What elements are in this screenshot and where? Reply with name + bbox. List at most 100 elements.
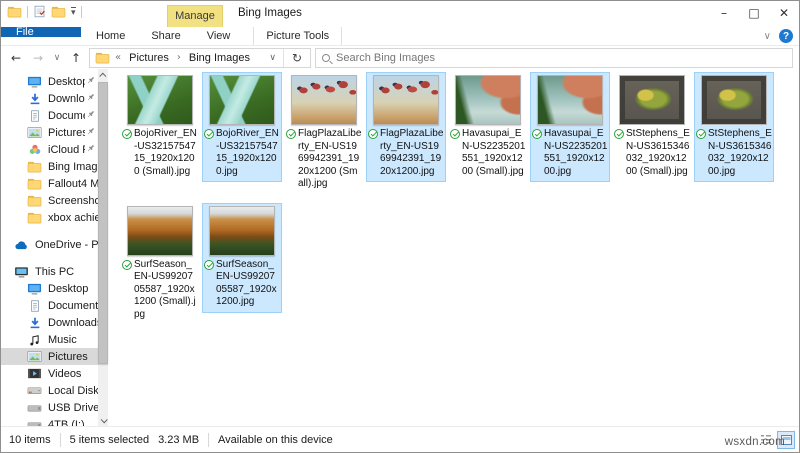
tab-file[interactable]: File <box>1 26 81 38</box>
scrollbar-down-arrow-icon[interactable] <box>98 414 108 426</box>
sidebar-item-4tb-i[interactable]: 4TB (I:) <box>1 416 98 426</box>
sidebar-item-label: Local Disk (C:) <box>48 384 98 397</box>
file-item[interactable]: FlagPlazaLiberty_EN-US1969942391_1920x12… <box>366 72 446 182</box>
address-bar[interactable]: « Pictures › Bing Images ∨ ↻ <box>89 47 311 68</box>
file-item[interactable]: Havasupai_EN-US2235201551_1920x1200 (Sma… <box>448 72 528 182</box>
sidebar-item-label: Videos <box>48 367 82 380</box>
back-arrow-icon[interactable]: ← <box>7 51 25 65</box>
sidebar-item-videos[interactable]: Videos <box>1 365 98 382</box>
pictures-icon <box>27 350 42 364</box>
window-controls: – □ ✕ <box>709 1 799 25</box>
file-item[interactable]: BojoRiver_EN-US3215754715_1920x1200 (Sma… <box>120 72 200 182</box>
address-overflow-chevron-icon[interactable]: « <box>113 52 123 63</box>
tab-home[interactable]: Home <box>83 27 138 45</box>
sidebar-item-fallout4-ms[interactable]: Fallout4 MS <box>1 175 98 192</box>
address-dropdown-chevron-icon[interactable]: ∨ <box>262 48 284 67</box>
breadcrumb-pictures[interactable]: Pictures <box>123 52 175 64</box>
sidebar-item-pictures[interactable]: Pictures <box>1 348 98 365</box>
sidebar-item-label: Pictures <box>48 126 85 139</box>
file-item[interactable]: StStephens_EN-US3615346032_1920x1200 (Sm… <box>612 72 692 182</box>
sidebar-item-pictures[interactable]: Pictures <box>1 124 98 141</box>
sidebar-item-label: Desktop <box>48 75 85 88</box>
thumbnail-ststephens <box>619 75 685 125</box>
desktop-icon <box>27 282 42 296</box>
sidebar-item-downloads[interactable]: Downloads <box>1 314 98 331</box>
forward-arrow-icon[interactable]: → <box>29 51 47 65</box>
close-icon[interactable]: ✕ <box>769 1 799 25</box>
sidebar-item-downloads[interactable]: Downloads <box>1 90 98 107</box>
qat-customize-chevron-icon[interactable]: ▾ <box>71 7 76 17</box>
breadcrumb-bing-images[interactable]: Bing Images <box>183 52 256 64</box>
file-item[interactable]: StStephens_EN-US3615346032_1920x1200.jpg <box>694 72 774 182</box>
folder-icon <box>27 211 42 225</box>
sidebar-item-this-pc[interactable]: This PC <box>1 263 98 280</box>
file-name: BojoRiver_EN-US3215754715_1920x1200 (Sma… <box>122 128 198 178</box>
pin-icon <box>85 109 98 123</box>
videos-icon <box>27 367 42 381</box>
pin-icon <box>85 92 98 106</box>
scrollbar-thumb[interactable] <box>98 82 108 364</box>
disk-icon <box>27 384 42 398</box>
sidebar-item-screenshots[interactable]: Screenshots <box>1 192 98 209</box>
quick-access-toolbar: ▾ <box>7 5 82 18</box>
tab-manage[interactable]: Manage <box>167 5 223 27</box>
sync-status-icon <box>368 129 378 139</box>
sync-status-icon <box>204 259 214 270</box>
navigation-pane: Desktop Downloads Documents Pictures iCloud … <box>1 69 108 426</box>
file-name: Havasupai_EN-US2235201551_1920x1200.jpg <box>532 128 608 178</box>
sync-status-icon <box>614 129 624 139</box>
sidebar-item-bing-images[interactable]: Bing Images <box>1 158 98 175</box>
sidebar-item-music[interactable]: Music <box>1 331 98 348</box>
selection-count: 5 items selected <box>69 433 150 446</box>
sync-status-icon <box>696 129 706 139</box>
file-list-area: BojoRiver_EN-US3215754715_1920x1200 (Sma… <box>108 69 799 426</box>
sidebar-scrollbar[interactable] <box>98 69 108 426</box>
properties-icon[interactable] <box>33 5 46 18</box>
sidebar-item-desktop[interactable]: Desktop <box>1 73 98 90</box>
sidebar-item-icloud-photo[interactable]: iCloud Photo <box>1 141 98 158</box>
items-count: 10 items <box>9 433 51 446</box>
status-separator <box>59 432 61 447</box>
onedrive-icon <box>14 238 29 252</box>
sidebar-item-label: Documents <box>48 299 98 312</box>
pictures-icon <box>27 126 42 140</box>
selection-size: 3.23 MB <box>158 433 200 446</box>
sync-status-icon <box>204 129 214 139</box>
thumbnail-havasupai <box>455 75 521 125</box>
sidebar-item-local-disk-c[interactable]: Local Disk (C:) <box>1 382 98 399</box>
new-folder-icon[interactable] <box>51 5 66 18</box>
breadcrumb-separator-icon[interactable]: › <box>175 52 183 63</box>
refresh-icon[interactable]: ↻ <box>284 51 310 65</box>
recent-locations-chevron-icon[interactable]: ∨ <box>51 53 63 63</box>
sync-status-icon <box>286 129 296 139</box>
file-item[interactable]: FlagPlazaLiberty_EN-US1969942391_1920x12… <box>284 72 364 195</box>
file-item[interactable]: SurfSeason_EN-US9920705587_1920x1200.jpg <box>202 202 282 313</box>
file-item[interactable]: Havasupai_EN-US2235201551_1920x1200.jpg <box>530 72 610 182</box>
up-arrow-icon[interactable]: ↑ <box>67 51 85 65</box>
scrollbar-up-arrow-icon[interactable] <box>98 69 108 81</box>
sidebar-item-xbox-achieveme[interactable]: xbox achieveme <box>1 209 98 226</box>
tab-view[interactable]: View <box>194 27 244 45</box>
sidebar-item-label: iCloud Photo <box>48 143 85 156</box>
search-input[interactable] <box>336 51 786 64</box>
availability-status: Available on this device <box>218 433 333 446</box>
sidebar-item-usb-drive-e[interactable]: USB Drive (E:) <box>1 399 98 416</box>
expand-ribbon-chevron-icon[interactable]: ∨ <box>764 31 771 42</box>
documents-icon <box>27 299 42 313</box>
help-icon[interactable]: ? <box>779 29 793 43</box>
tab-picture-tools[interactable]: Picture Tools <box>253 27 343 45</box>
pin-icon <box>85 75 98 89</box>
sidebar-item-onedrive-person[interactable]: OneDrive - Person <box>1 236 98 253</box>
sidebar-item-label: This PC <box>35 265 75 278</box>
sidebar-item-documents[interactable]: Documents <box>1 107 98 124</box>
sidebar-item-documents[interactable]: Documents <box>1 297 98 314</box>
tab-share[interactable]: Share <box>138 27 193 45</box>
folder-icon <box>27 194 42 208</box>
sidebar-item-desktop[interactable]: Desktop <box>1 280 98 297</box>
file-item[interactable]: SurfSeason_EN-US9920705587_1920x1200 (Sm… <box>120 203 200 326</box>
pin-icon <box>85 143 98 157</box>
maximize-icon[interactable]: □ <box>739 1 769 25</box>
thumbnail-flagplaza <box>291 75 357 125</box>
minimize-icon[interactable]: – <box>709 1 739 25</box>
file-item[interactable]: BojoRiver_EN-US3215754715_1920x1200.jpg <box>202 72 282 182</box>
